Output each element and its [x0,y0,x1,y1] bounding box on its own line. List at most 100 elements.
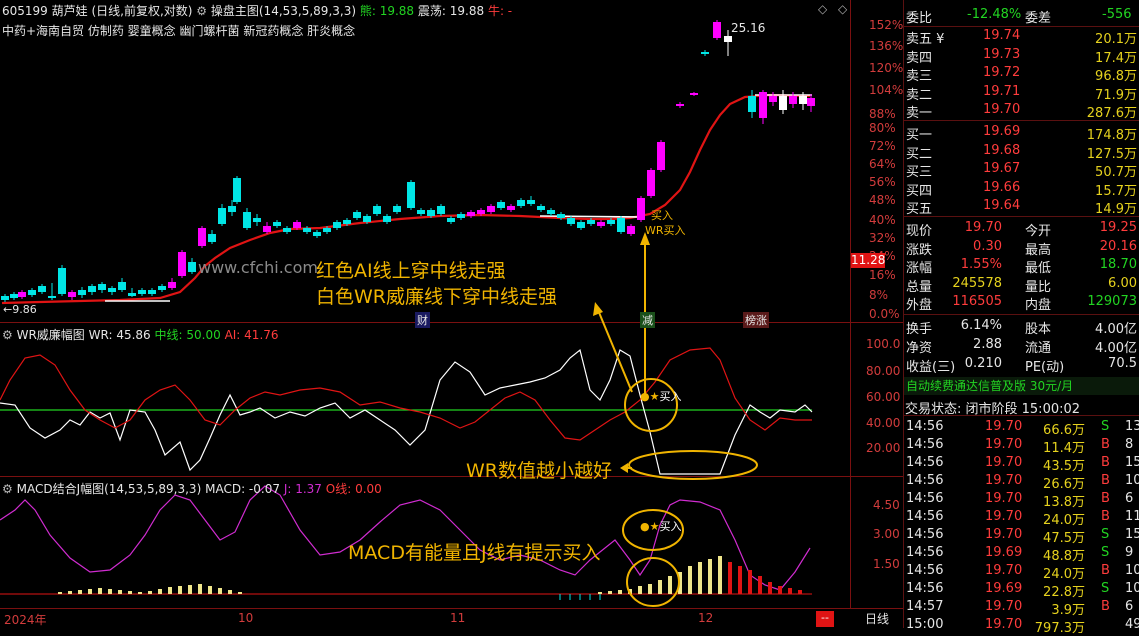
quote-row: 净资 2.88 流通 4.00亿 [905,337,1139,356]
tick-side: S [1101,527,1110,542]
order-price: 19.74 [983,28,1021,43]
annotation-wr-cross: 白色WR威廉线下穿中线走强 [316,286,557,308]
candle-body [58,268,66,294]
order-volume: 71.9万 [1095,87,1137,103]
tick-price: 19.70 [985,527,1023,542]
order-book-row[interactable]: 买二 19.68 127.5万 [905,143,1139,162]
order-book-row[interactable]: 买三 19.67 50.7万 [905,161,1139,180]
order-price: 19.64 [983,198,1021,213]
quote-label: 量比 [1025,279,1052,295]
wr-panel-header: ⚙ WR威廉幅图 WR: 45.86 中线: 50.00 AI: 41.76 [2,326,279,343]
order-book-row[interactable]: 买五 19.64 14.9万 [905,198,1139,217]
tick-side: B [1101,599,1110,614]
gear-icon[interactable]: ⚙ [2,328,13,342]
quote-row: 现价 19.70 今开 19.25 [905,220,1139,239]
candle-body [637,198,645,220]
tick-volume: 13.8万 [1043,495,1085,510]
order-book-row[interactable]: 买四 19.66 15.7万 [905,180,1139,199]
quote-value: 1.55% [960,257,1002,272]
macd-bar [118,590,122,594]
tick-count: 8 [1125,437,1134,452]
order-book-row[interactable]: 卖四 19.73 17.4万 [905,46,1139,66]
quote-row: 换手 6.14% 股本 4.00亿 [905,318,1139,337]
tick-row: 14:56 19.70 26.6万 B 10 [905,473,1139,492]
tick-count: 10 [1125,473,1139,488]
quote-value: 19.70 [964,220,1002,235]
tick-count: 15 [1125,527,1139,542]
tick-side: B [1101,437,1110,452]
event-tag-ranking[interactable]: 榜涨 [743,312,769,328]
event-tag-finance[interactable]: 财 [415,312,430,328]
promo-banner[interactable]: 自动续费通达信普及版 30元/月 [904,377,1139,395]
order-book-row[interactable]: 卖五 ¥ 19.74 20.1万 [905,28,1139,47]
order-book-row[interactable]: 卖二 19.71 71.9万 [905,83,1139,103]
divider [904,120,1139,121]
wr-panel-title[interactable]: WR威廉幅图 [17,328,85,342]
wei-bi-value: -12.48% [967,7,1022,22]
order-price: 19.72 [983,65,1021,80]
tick-volume: 43.5万 [1043,459,1085,474]
period-button[interactable]: 日线 [851,610,903,628]
macd-bar [668,576,672,594]
candle-body [799,96,807,104]
quote-row: 涨跌 0.30 最高 20.16 [905,239,1139,258]
tick-side: B [1101,455,1110,470]
order-volume: 174.8万 [1086,128,1137,143]
candle-body [363,216,371,222]
candle-body [587,220,595,224]
quote-label: 换手 [906,322,933,337]
order-level-label: 买四 [906,183,933,199]
tick-price: 19.70 [985,563,1023,578]
candle-body [724,36,732,42]
candle-body [647,170,655,196]
candle-body [353,212,361,218]
quote-label: 流通 [1025,341,1052,356]
tick-side: S [1101,581,1110,596]
candle-body [303,228,311,232]
tick-count: 10 [1125,563,1139,578]
candle-body [228,206,236,212]
candle-body [779,96,787,110]
candle-body [789,96,797,104]
tick-volume: 22.8万 [1043,585,1085,600]
y-axis-label: 72% [869,139,896,153]
more-button[interactable]: -- [816,611,834,627]
order-book-row[interactable]: 卖三 19.72 96.8万 [905,65,1139,84]
candle-body [597,222,605,226]
tick-row: 14:56 19.70 24.0万 B 11 [905,509,1139,528]
tick-price: 19.70 [985,509,1023,524]
gear-icon[interactable]: ⚙ [2,482,13,496]
y-axis-label: 80% [869,121,896,135]
macd-panel-header: ⚙ MACD结合J幅图(14,53,5,89,3,3) MACD: -0.07 … [2,480,382,497]
event-tag-reduce[interactable]: 减 [640,312,655,328]
candle-body [88,286,96,292]
quote-value: 19.25 [1099,220,1137,235]
order-level-label: 买二 [906,146,933,162]
quote-value: 6.14% [960,318,1002,333]
macd-bar [138,592,142,594]
wei-cha-label: 委差 [1025,11,1052,26]
macd-panel-title[interactable]: MACD结合J幅图(14,53,5,89,3,3) [17,482,202,496]
wei-bi-row: 委比 -12.48% 委差 -556 [905,7,1139,26]
annotation-arrow [597,309,633,393]
macd-bar [798,590,802,594]
order-price: 19.73 [983,46,1021,62]
candle-body [253,218,261,222]
annotation-macd-note: MACD有能量且J线有提示买入 [348,542,601,564]
order-book-row[interactable]: 买一 19.69 174.8万 [905,124,1139,143]
tick-count: 9 [1125,545,1134,560]
macd-bar [88,589,92,594]
macd-bar [238,592,242,594]
ai-value: AI: 41.76 [224,328,279,342]
candle-body [427,210,435,216]
order-book-row[interactable]: 卖一 19.70 287.6万 [905,102,1139,121]
low-price-label: ←9.86 [3,303,37,316]
order-price: 19.71 [983,83,1021,99]
tick-volume: 24.0万 [1043,513,1085,528]
candle-body [701,52,709,54]
tick-side: B [1101,509,1110,524]
macd-bar [618,590,622,594]
axis-divider [850,0,851,608]
y-axis-label: 80.00 [866,364,901,378]
candle-body [617,218,625,232]
